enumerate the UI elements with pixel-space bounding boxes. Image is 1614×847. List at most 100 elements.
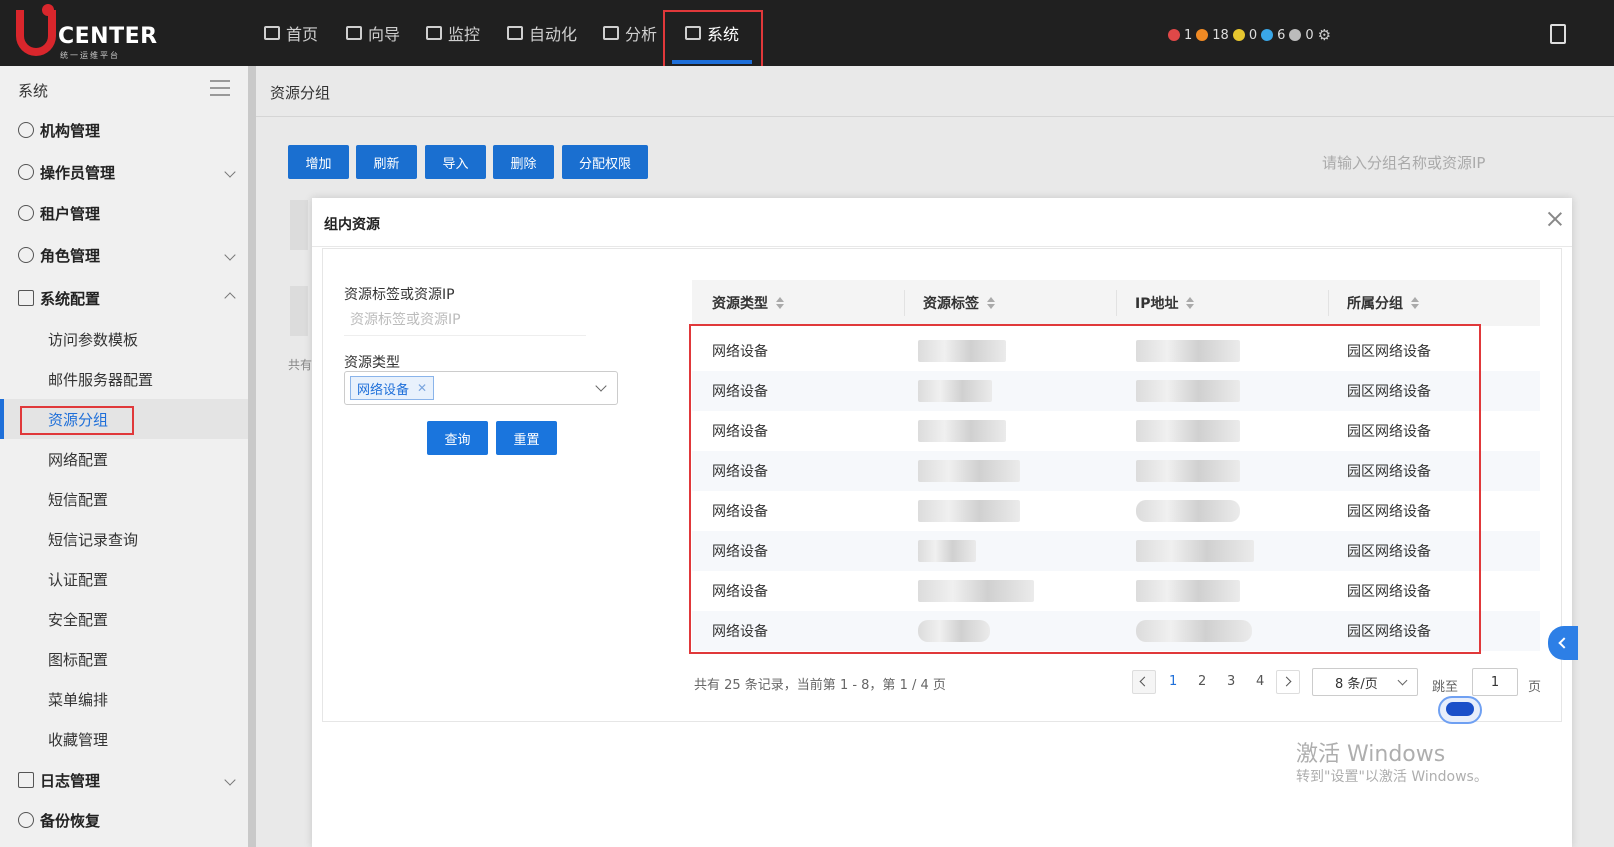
column-header-type[interactable]: 资源类型	[712, 280, 784, 326]
column-header-group[interactable]: 所属分组	[1347, 280, 1419, 326]
alert-counters[interactable]: 1 18 0 6 0 ⚙	[1168, 26, 1331, 44]
nav-monitor[interactable]: 监控	[426, 20, 480, 46]
alert-count: 18	[1212, 27, 1229, 43]
sidebar-group-org[interactable]: 机构管理	[0, 110, 248, 150]
annotation-highlight-box	[689, 324, 1481, 654]
config-icon	[18, 290, 34, 306]
query-button[interactable]: 查询	[427, 421, 488, 455]
assign-permission-button[interactable]: 分配权限	[562, 145, 648, 179]
alert-count: 6	[1277, 27, 1286, 43]
sidebar-group-role[interactable]: 角色管理	[0, 235, 248, 275]
menu-collapse-icon[interactable]	[210, 80, 230, 96]
chevron-up-icon	[224, 292, 236, 304]
sidebar-item-icons[interactable]: 图标配置	[0, 639, 248, 679]
close-icon[interactable]	[1546, 210, 1564, 228]
home-icon	[264, 26, 280, 40]
table-header: 资源类型 资源标签 IP地址 所属分组	[692, 280, 1540, 326]
sidebar-item-sms-records[interactable]: 短信记录查询	[0, 519, 248, 559]
column-header-label[interactable]: 资源标签	[923, 280, 995, 326]
refresh-button[interactable]: 刷新	[356, 145, 417, 179]
sidebar-group-operator[interactable]: 操作员管理	[0, 152, 248, 192]
next-page-button[interactable]	[1276, 670, 1300, 694]
alert-settings-icon[interactable]: ⚙	[1318, 26, 1331, 44]
prev-page-button[interactable]	[1132, 670, 1156, 694]
sidebar-group-label: 日志管理	[40, 771, 101, 790]
pagination-info: 共有 25 条记录，当前第 1 - 8，第 1 / 4 页	[694, 678, 946, 693]
sidebar-group-label: 租户管理	[40, 204, 101, 223]
group-search-input[interactable]: 请输入分组名称或资源IP	[1322, 152, 1485, 173]
alert-count: 1	[1184, 27, 1193, 43]
robot-face	[1446, 702, 1474, 716]
logo-subtitle: 统一运维平台	[60, 51, 120, 60]
sidebar-item-security[interactable]: 安全配置	[0, 599, 248, 639]
sidebar-item-mail-server[interactable]: 邮件服务器配置	[0, 359, 248, 399]
chevron-down-icon	[224, 774, 236, 786]
alert-info-icon	[1289, 29, 1302, 41]
page-4[interactable]: 4	[1256, 674, 1264, 689]
page-2[interactable]: 2	[1198, 674, 1206, 689]
logo-mark	[16, 4, 56, 56]
resource-type-select[interactable]: 网络设备 ✕	[344, 371, 618, 405]
nav-label: 监控	[448, 25, 481, 44]
sort-icon	[987, 297, 995, 309]
side-expand-tab[interactable]	[1548, 626, 1578, 660]
sidebar-item-sms[interactable]: 短信配置	[0, 479, 248, 519]
sidebar-title: 系统	[18, 82, 49, 100]
sidebar-group-label: 操作员管理	[40, 163, 116, 182]
app-logo[interactable]: CENTER 统一运维平台	[14, 4, 164, 60]
page-suffix-label: 页	[1528, 680, 1542, 695]
nav-home[interactable]: 首页	[264, 20, 318, 46]
sidebar-group-label: 系统配置	[40, 289, 101, 308]
sidebar-item-menu-layout[interactable]: 菜单编排	[0, 679, 248, 719]
top-navbar: CENTER 统一运维平台 首页 向导 监控 自动化 分析 系统 1 18 0 …	[0, 0, 1614, 70]
page-title: 资源分组	[270, 84, 331, 102]
chevron-down-icon	[224, 166, 236, 178]
delete-button[interactable]: 删除	[493, 145, 554, 179]
nav-label: 自动化	[529, 25, 578, 44]
page-size-select[interactable]: 8 条/页	[1312, 668, 1418, 696]
keyword-search-input[interactable]	[344, 304, 586, 336]
reset-button[interactable]: 重置	[496, 421, 557, 455]
sidebar-item-network[interactable]: 网络配置	[0, 439, 248, 479]
tenant-icon	[18, 205, 34, 221]
sidebar-group-backup[interactable]: 备份恢复	[0, 800, 248, 840]
page-1[interactable]: 1	[1169, 674, 1177, 689]
windows-activation-hint: 转到"设置"以激活 Windows。	[1296, 769, 1488, 785]
chevron-down-icon	[1397, 675, 1408, 686]
sidebar-item-favorites[interactable]: 收藏管理	[0, 719, 248, 759]
sort-icon	[776, 297, 784, 309]
page-size-label: 8 条/页	[1335, 676, 1378, 692]
automation-icon	[507, 26, 523, 40]
sidebar-group-label: 备份恢复	[40, 811, 101, 830]
alert-minor-icon	[1232, 29, 1245, 41]
windows-activation-watermark: 激活 Windows	[1296, 742, 1446, 767]
sidebar-group-log[interactable]: 日志管理	[0, 760, 248, 800]
nav-analysis[interactable]: 分析	[603, 20, 657, 46]
alert-major-icon	[1196, 29, 1209, 41]
sidebar-item-auth[interactable]: 认证配置	[0, 559, 248, 599]
filter-label-keyword: 资源标签或资源IP	[344, 287, 455, 303]
logo-title: CENTER	[58, 24, 158, 49]
log-icon	[18, 772, 34, 788]
sidebar-group-tenant[interactable]: 租户管理	[0, 193, 248, 233]
column-separator	[1328, 290, 1329, 316]
nav-automation[interactable]: 自动化	[507, 20, 577, 46]
sidebar-group-config[interactable]: 系统配置	[0, 278, 248, 318]
import-button[interactable]: 导入	[425, 145, 486, 179]
page-3[interactable]: 3	[1227, 674, 1235, 689]
tag-remove-icon[interactable]: ✕	[417, 381, 427, 395]
column-header-ip[interactable]: IP地址	[1135, 280, 1195, 326]
alert-count: 0	[1305, 27, 1314, 43]
window-icon[interactable]	[1550, 24, 1566, 44]
add-button[interactable]: 增加	[288, 145, 349, 179]
role-icon	[18, 247, 34, 263]
sidebar-group-label: 机构管理	[40, 121, 101, 140]
sidebar-group-label: 角色管理	[40, 246, 101, 265]
divider	[312, 246, 1572, 247]
nav-guide[interactable]: 向导	[346, 20, 400, 46]
sidebar-item-access-template[interactable]: 访问参数模板	[0, 319, 248, 359]
annotation-highlight-box	[663, 10, 763, 70]
assistant-robot-icon[interactable]	[1432, 690, 1488, 730]
nav-label: 首页	[286, 25, 319, 44]
column-separator	[1116, 290, 1117, 316]
